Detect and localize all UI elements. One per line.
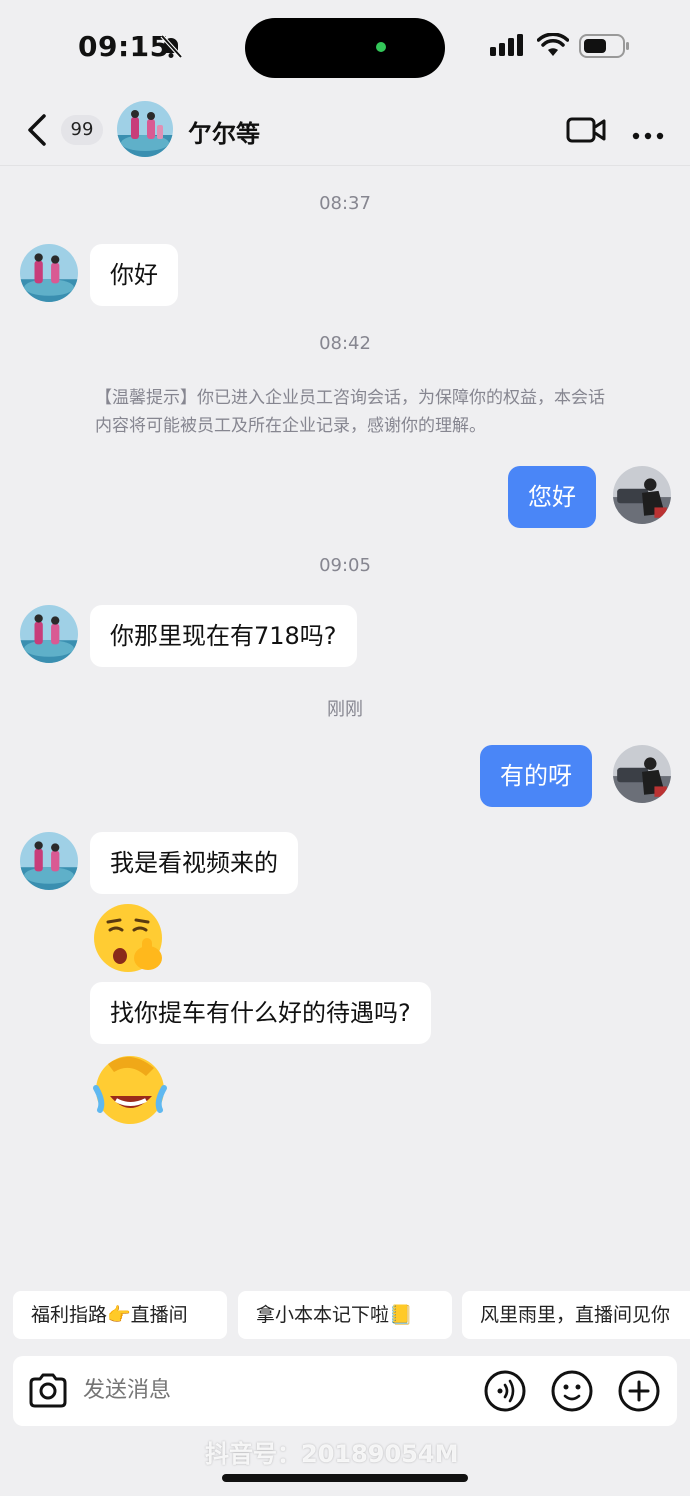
status-bar: 09:15: [0, 0, 690, 95]
timestamp: 08:42: [319, 333, 371, 354]
laughing-crying-emoji[interactable]: [90, 1048, 170, 1128]
contact-avatar[interactable]: [20, 605, 78, 663]
douyin-watermark: 抖音号：20189054M: [205, 1440, 459, 1468]
voice-icon[interactable]: [483, 1369, 527, 1413]
chat-title: 亇尔等: [188, 120, 260, 148]
my-avatar[interactable]: [613, 745, 671, 803]
camera-icon[interactable]: [27, 1370, 69, 1416]
quick-reply-chip[interactable]: 福利指路👉直播间: [13, 1291, 227, 1339]
message-bubble-received[interactable]: 我是看视频来的: [90, 832, 298, 894]
plus-icon[interactable]: [617, 1369, 661, 1413]
shush-emoji[interactable]: [90, 900, 170, 980]
wifi-icon: [536, 32, 570, 61]
message-bubble-received[interactable]: 你那里现在有718吗?: [90, 605, 357, 667]
battery-icon: [579, 34, 631, 62]
video-call-icon[interactable]: [566, 116, 606, 148]
timestamp: 刚刚: [327, 699, 363, 720]
more-options-icon[interactable]: [632, 125, 664, 144]
contact-avatar[interactable]: [117, 101, 173, 157]
camera-indicator-dot: [376, 42, 386, 52]
contact-avatar[interactable]: [20, 832, 78, 890]
quick-reply-chip[interactable]: 拿小本本记下啦📒: [238, 1291, 452, 1339]
message-input-bar: [13, 1356, 677, 1426]
message-bubble-sent[interactable]: 您好: [508, 466, 596, 528]
my-avatar[interactable]: [613, 466, 671, 524]
message-input[interactable]: [83, 1356, 443, 1426]
quick-reply-row: 福利指路👉直播间 拿小本本记下啦📒 风里雨里，直播间见你: [0, 1291, 690, 1339]
quick-reply-chip[interactable]: 风里雨里，直播间见你: [462, 1291, 690, 1339]
contact-avatar[interactable]: [20, 244, 78, 302]
message-bubble-sent[interactable]: 有的呀: [480, 745, 592, 807]
message-bubble-received[interactable]: 找你提车有什么好的待遇吗?: [90, 982, 431, 1044]
dynamic-island: [245, 18, 445, 78]
chat-header: 99 亇尔等: [0, 95, 690, 166]
mute-bell-icon: [158, 33, 184, 63]
timestamp: 09:05: [319, 555, 371, 576]
cellular-signal-icon: [490, 34, 526, 60]
system-notice: 【温馨提示】你已进入企业员工咨询会话，为保障你的权益，本会话内容将可能被员工及所…: [95, 388, 605, 436]
unread-count-badge[interactable]: 99: [61, 115, 103, 145]
message-bubble-received[interactable]: 你好: [90, 244, 178, 306]
status-time: 09:15: [78, 30, 170, 63]
back-arrow-icon[interactable]: [24, 113, 50, 151]
timestamp: 08:37: [319, 193, 371, 214]
home-indicator[interactable]: [222, 1474, 468, 1482]
emoji-icon[interactable]: [550, 1369, 594, 1413]
